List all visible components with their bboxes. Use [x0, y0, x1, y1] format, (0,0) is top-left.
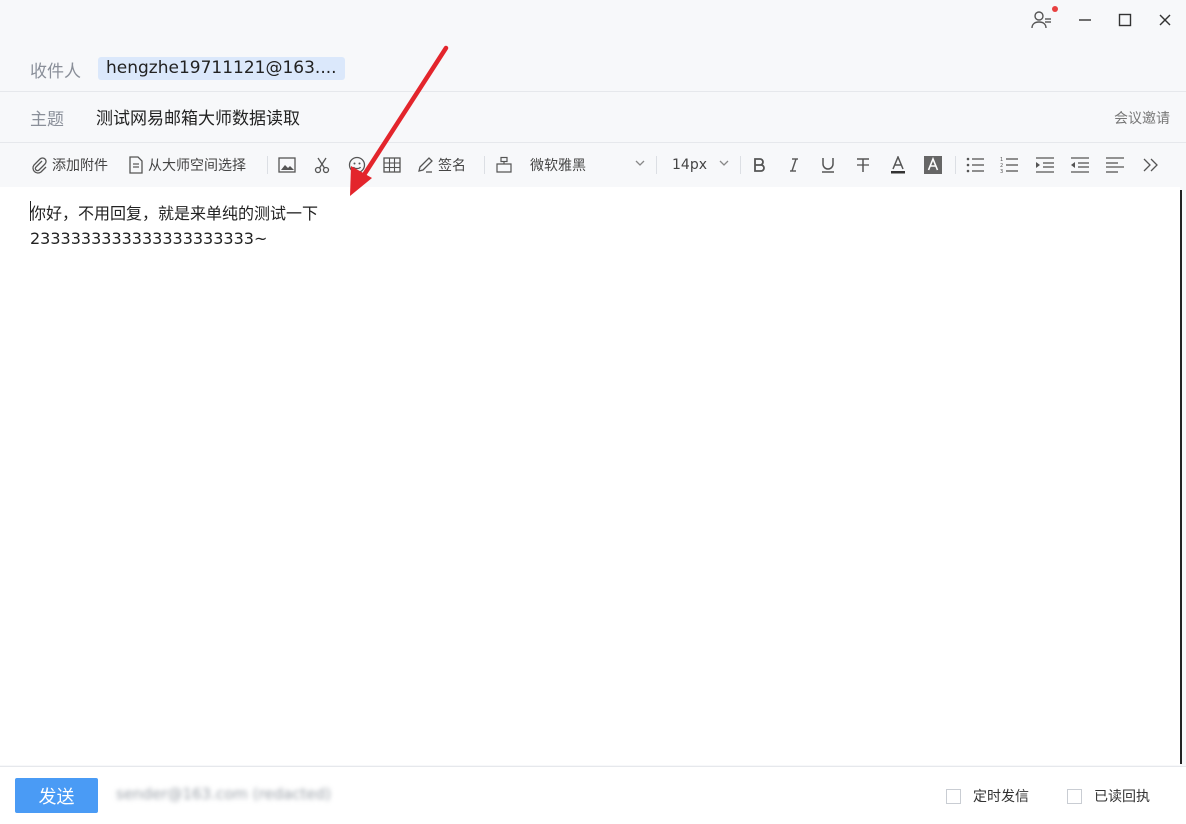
scheduled-send-label: 定时发信	[973, 789, 1029, 805]
signature-button[interactable]: 签名	[416, 143, 466, 187]
toolbar-separator	[740, 156, 741, 174]
more-button[interactable]	[1143, 143, 1159, 187]
close-icon[interactable]	[1153, 8, 1177, 32]
bold-button[interactable]	[751, 143, 767, 187]
font-family-value: 微软雅黑	[530, 158, 586, 174]
bold-icon	[751, 157, 767, 173]
add-attachment-label: 添加附件	[52, 158, 108, 174]
contacts-icon[interactable]	[1030, 8, 1054, 32]
indent-icon	[1036, 157, 1054, 173]
bullet-list-icon	[966, 157, 984, 173]
format-painter-button[interactable]	[495, 143, 513, 187]
file-icon	[128, 156, 144, 174]
scissors-icon	[313, 156, 331, 174]
bullet-list-button[interactable]	[966, 143, 984, 187]
underline-icon	[820, 156, 836, 174]
strikethrough-button[interactable]	[855, 143, 871, 187]
body-line-1: 你好，不用回复，就是来单纯的测试一下	[30, 204, 319, 223]
from-space-button[interactable]: 从大师空间选择	[128, 143, 246, 187]
format-painter-icon	[495, 156, 513, 174]
svg-text:3: 3	[1000, 169, 1003, 174]
message-body-editor[interactable]	[0, 187, 1180, 765]
subject-label: 主题	[30, 110, 64, 130]
meeting-invite-link[interactable]: 会议邀请	[1114, 108, 1170, 128]
subject-input[interactable]: 测试网易邮箱大师数据读取	[96, 104, 300, 129]
divider	[0, 91, 1186, 92]
highlight-icon	[924, 156, 942, 174]
toolbar-separator	[267, 156, 268, 174]
numbered-list-icon: 123	[1000, 156, 1018, 174]
indent-button[interactable]	[1036, 143, 1054, 187]
read-receipt-checkbox[interactable]	[1067, 788, 1082, 804]
font-size-select[interactable]: 14px	[672, 143, 730, 187]
scheduled-send-option[interactable]: 定时发信	[946, 786, 1029, 806]
outdent-button[interactable]	[1071, 143, 1089, 187]
recipient-chip[interactable]: hengzhe19711121@163....	[98, 57, 345, 80]
to-label: 收件人	[30, 62, 81, 82]
chevron-down-icon	[718, 157, 730, 169]
emoji-button[interactable]	[348, 143, 366, 187]
toolbar-separator	[656, 156, 657, 174]
add-attachment-button[interactable]: 添加附件	[30, 143, 108, 187]
more-icon	[1143, 158, 1159, 172]
toolbar-separator	[484, 156, 485, 174]
paperclip-icon	[30, 156, 48, 174]
highlight-button[interactable]	[924, 143, 942, 187]
emoji-icon	[348, 156, 366, 174]
outdent-icon	[1071, 157, 1089, 173]
sender-account-select[interactable]: sender@163.com (redacted)	[116, 785, 331, 803]
insert-image-button[interactable]	[278, 143, 296, 187]
text-caret	[30, 201, 31, 221]
image-icon	[278, 157, 296, 173]
maximize-icon[interactable]	[1113, 8, 1137, 32]
body-line-2: 2333333333333333333333~	[30, 229, 268, 248]
strikethrough-icon	[855, 157, 871, 173]
signature-label: 签名	[438, 158, 466, 174]
font-size-value: 14px	[672, 157, 707, 173]
read-receipt-label: 已读回执	[1094, 789, 1150, 805]
pen-icon	[416, 156, 434, 174]
chevron-down-icon	[634, 157, 646, 169]
send-button[interactable]: 发送	[15, 778, 98, 813]
editor-scrollbar[interactable]	[1180, 190, 1182, 764]
table-button[interactable]	[383, 143, 401, 187]
italic-button[interactable]	[786, 143, 802, 187]
font-color-button[interactable]	[889, 143, 907, 187]
font-color-icon	[889, 156, 907, 174]
italic-icon	[786, 157, 802, 173]
table-icon	[383, 157, 401, 173]
align-icon	[1106, 157, 1124, 173]
minimize-icon[interactable]	[1073, 8, 1097, 32]
toolbar-separator	[955, 156, 956, 174]
underline-button[interactable]	[820, 143, 836, 187]
scheduled-send-checkbox[interactable]	[946, 788, 961, 804]
from-space-label: 从大师空间选择	[148, 158, 246, 174]
notification-dot	[1052, 6, 1058, 12]
font-family-select[interactable]: 微软雅黑	[530, 143, 646, 187]
numbered-list-button[interactable]: 123	[1000, 143, 1018, 187]
screenshot-button[interactable]	[313, 143, 331, 187]
read-receipt-option[interactable]: 已读回执	[1067, 786, 1150, 806]
align-button[interactable]	[1106, 143, 1124, 187]
